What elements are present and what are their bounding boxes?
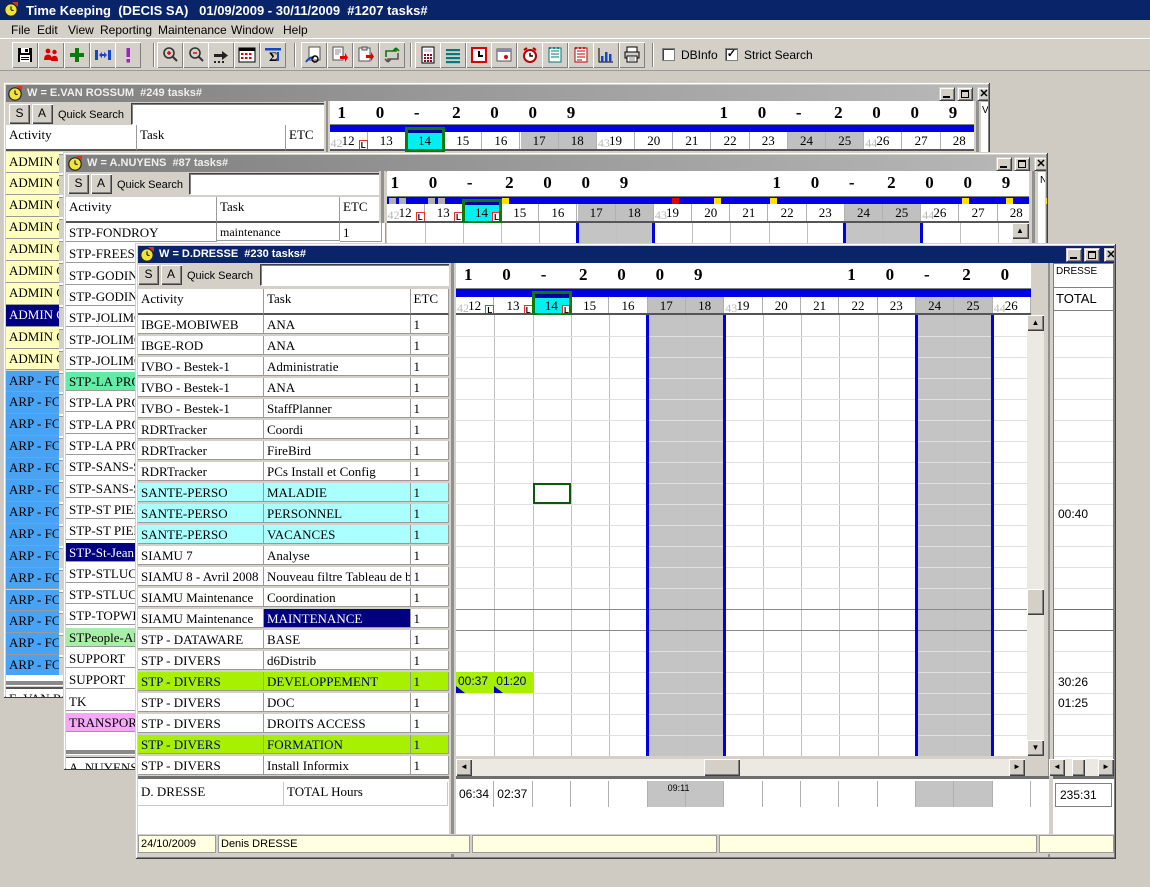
svg-text:Σ: Σ — [269, 49, 278, 64]
